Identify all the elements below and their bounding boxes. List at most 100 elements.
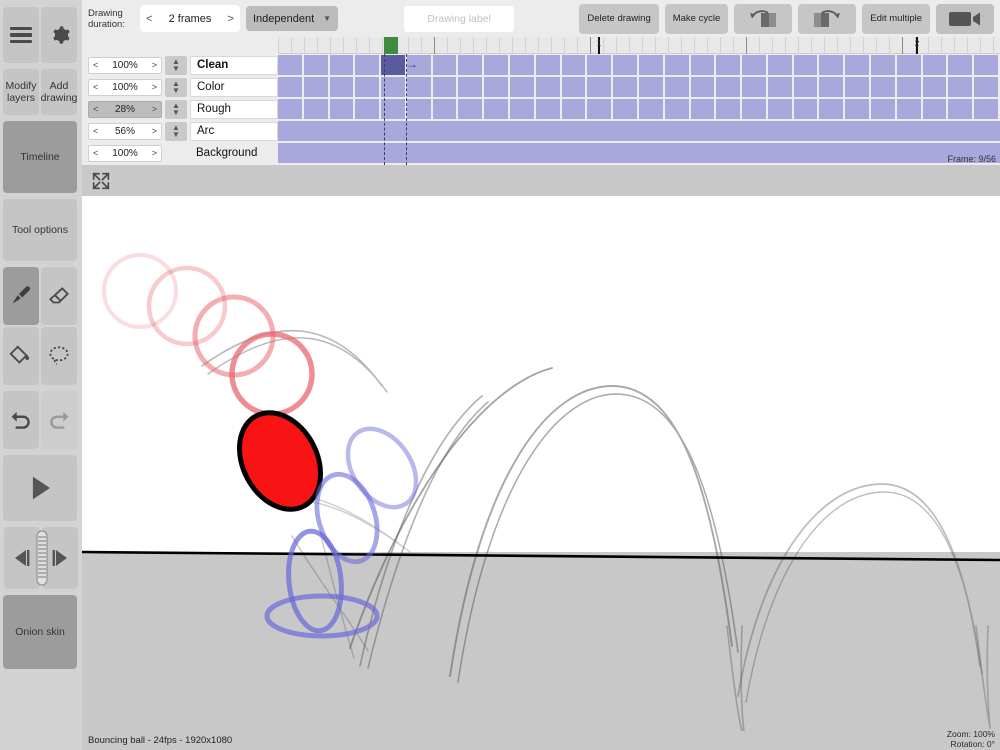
opacity-decrease-button[interactable]: <	[93, 126, 98, 136]
settings-button[interactable]	[41, 7, 77, 63]
timeline-cell[interactable]	[562, 99, 588, 119]
timeline-cell[interactable]	[794, 77, 820, 97]
timeline-cell[interactable]	[304, 77, 330, 97]
timeline-cell[interactable]	[691, 77, 717, 97]
timeline-cell[interactable]	[948, 99, 974, 119]
toolbar-redo-button[interactable]	[798, 4, 856, 34]
timeline-cell[interactable]	[433, 77, 459, 97]
opacity-increase-button[interactable]: >	[152, 104, 157, 114]
layer-opacity-stepper[interactable]: <100%>	[88, 145, 162, 162]
timeline-layer-track[interactable]	[278, 54, 1000, 76]
timeline-cell[interactable]	[536, 55, 562, 75]
opacity-increase-button[interactable]: >	[152, 60, 157, 70]
timeline-cell[interactable]	[768, 55, 794, 75]
timeline-continuous-bar[interactable]	[278, 143, 1000, 163]
timeline-cell[interactable]	[768, 99, 794, 119]
opacity-decrease-button[interactable]: <	[93, 82, 98, 92]
timeline-cell[interactable]	[407, 77, 433, 97]
layer-visibility-toggle[interactable]: ▲▼	[165, 56, 187, 75]
modify-layers-button[interactable]: Modify layers	[3, 69, 39, 115]
layer-name[interactable]: Arc	[190, 122, 278, 141]
timeline-cell[interactable]	[845, 99, 871, 119]
drawing-label-input[interactable]: Drawing label	[404, 6, 514, 32]
timeline-cell[interactable]	[871, 77, 897, 97]
opacity-increase-button[interactable]: >	[152, 126, 157, 136]
timeline-cell[interactable]	[433, 99, 459, 119]
layer-row[interactable]: <100%>▲▼Background	[82, 142, 278, 164]
timeline-cell[interactable]	[639, 55, 665, 75]
timeline-cell[interactable]	[536, 77, 562, 97]
timeline-cell[interactable]	[613, 99, 639, 119]
layer-visibility-toggle[interactable]: ▲▼	[165, 100, 187, 119]
timeline-cell[interactable]	[665, 55, 691, 75]
timeline-cell[interactable]	[355, 77, 381, 97]
timeline-cell[interactable]	[562, 77, 588, 97]
timeline-cell[interactable]	[587, 77, 613, 97]
timeline-cell[interactable]	[587, 55, 613, 75]
drawing-canvas[interactable]	[82, 196, 1000, 731]
timeline-cell[interactable]	[948, 77, 974, 97]
drawing-duration-stepper[interactable]: < 2 frames >	[140, 5, 240, 32]
timeline-cell[interactable]	[639, 99, 665, 119]
timeline-cell[interactable]	[278, 99, 304, 119]
timeline-layer-track[interactable]	[278, 98, 1000, 120]
timeline-cell[interactable]	[819, 99, 845, 119]
timeline-cell[interactable]	[330, 99, 356, 119]
timeline-cell[interactable]	[510, 99, 536, 119]
timeline-cell[interactable]	[742, 77, 768, 97]
timeline-cell[interactable]	[716, 55, 742, 75]
layer-opacity-stepper[interactable]: <100%>	[88, 79, 162, 96]
timeline-cell[interactable]	[613, 77, 639, 97]
timeline-cell[interactable]	[742, 55, 768, 75]
menu-button[interactable]	[3, 7, 39, 63]
layer-name[interactable]: Background	[190, 144, 278, 163]
timeline-cell[interactable]	[819, 55, 845, 75]
timeline-cell[interactable]	[794, 99, 820, 119]
timeline-cell[interactable]	[665, 77, 691, 97]
redo-button[interactable]	[41, 391, 77, 449]
timeline-cell[interactable]	[871, 55, 897, 75]
timeline-cell[interactable]	[510, 55, 536, 75]
fill-tool-button[interactable]	[3, 327, 39, 385]
layer-name[interactable]: Rough	[190, 100, 278, 119]
cell-drag-handle[interactable]: →	[406, 59, 420, 69]
layer-opacity-stepper[interactable]: <56%>	[88, 123, 162, 140]
brush-tool-button[interactable]	[3, 267, 39, 325]
timeline-cell[interactable]	[871, 99, 897, 119]
onion-skin-button[interactable]: Onion skin	[3, 595, 77, 669]
timeline-cell[interactable]	[484, 77, 510, 97]
camera-button[interactable]	[936, 4, 994, 34]
timeline-cell[interactable]	[458, 99, 484, 119]
duration-increase-button[interactable]: >	[228, 13, 234, 25]
opacity-decrease-button[interactable]: <	[93, 148, 98, 158]
previous-frame-button[interactable]	[4, 527, 40, 589]
opacity-decrease-button[interactable]: <	[93, 104, 98, 114]
timeline-cell[interactable]	[923, 77, 949, 97]
timeline-cell[interactable]	[458, 55, 484, 75]
toolbar-undo-button[interactable]	[734, 4, 792, 34]
layer-name[interactable]: Color	[190, 78, 278, 97]
timeline-cell[interactable]	[484, 55, 510, 75]
timeline-continuous-bar[interactable]	[278, 121, 1000, 141]
timeline-cell[interactable]	[819, 77, 845, 97]
undo-button[interactable]	[3, 391, 39, 449]
timeline-cell[interactable]	[794, 55, 820, 75]
timeline-layer-track[interactable]	[278, 120, 1000, 142]
timeline-cell[interactable]	[407, 99, 433, 119]
timeline-cell[interactable]	[613, 55, 639, 75]
timeline-cell[interactable]	[536, 99, 562, 119]
add-drawing-button[interactable]: Add drawing	[41, 69, 77, 115]
timeline-cell[interactable]	[665, 99, 691, 119]
keyframe-mode-dropdown[interactable]: Independent ▼	[246, 6, 338, 31]
eraser-tool-button[interactable]	[41, 267, 77, 325]
timeline-ruler[interactable]: 12	[278, 37, 1000, 54]
timeline-track-area[interactable]: 12 →	[278, 37, 1000, 165]
timeline-cell[interactable]	[716, 77, 742, 97]
play-button[interactable]	[3, 455, 77, 521]
timeline-cell[interactable]	[974, 99, 1000, 119]
timeline-cell[interactable]	[278, 55, 304, 75]
layer-visibility-toggle[interactable]: ▲▼	[165, 78, 187, 97]
timeline-cell[interactable]	[768, 77, 794, 97]
timeline-cell[interactable]	[948, 55, 974, 75]
timeline-cell[interactable]	[355, 99, 381, 119]
